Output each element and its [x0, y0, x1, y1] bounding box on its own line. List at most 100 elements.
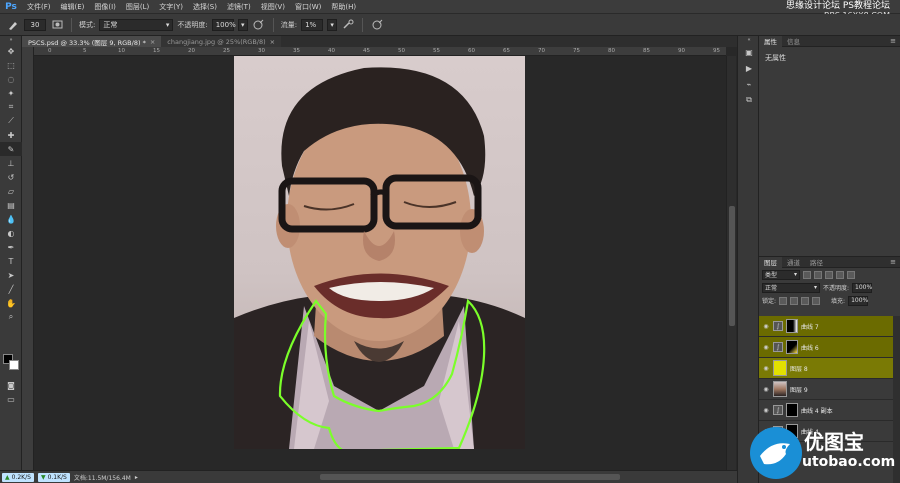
actions-panel-icon[interactable]: ▶ — [738, 60, 760, 76]
tab-properties[interactable]: 属性 — [759, 35, 782, 47]
clone-stamp-tool-icon[interactable]: ⊥ — [0, 156, 22, 170]
background-color-swatch[interactable] — [9, 360, 19, 370]
status-menu-arrow-icon[interactable]: ▸ — [135, 474, 138, 481]
brush-tool-icon[interactable] — [6, 18, 20, 32]
tab-pscs-psd[interactable]: PSCS.psd @ 33.3% (图层 9, RGB/8) * × — [22, 36, 162, 47]
close-icon[interactable]: × — [150, 38, 155, 46]
dodge-tool-icon[interactable]: ◐ — [0, 226, 22, 240]
brush-panel-icon[interactable] — [50, 18, 64, 32]
layer-mask-thumbnail[interactable] — [786, 403, 798, 417]
tab-info[interactable]: 信息 — [782, 36, 805, 47]
layer-mask-thumbnail[interactable] — [786, 319, 798, 333]
layer-mask-thumbnail[interactable] — [786, 340, 798, 354]
scrollbar-thumb[interactable] — [729, 206, 735, 326]
adjustments-panel-icon[interactable]: ⧉ — [738, 92, 760, 108]
canvas-area[interactable] — [34, 56, 726, 470]
vertical-ruler[interactable] — [22, 47, 34, 470]
pressure-size-icon[interactable] — [370, 18, 384, 32]
color-swatches[interactable] — [3, 354, 19, 370]
quick-mask-icon[interactable]: ◙ — [0, 378, 22, 392]
type-tool-icon[interactable]: T — [0, 254, 22, 268]
shape-filter-icon[interactable] — [836, 270, 844, 279]
canvas-vertical-scrollbar[interactable] — [726, 56, 736, 470]
menu-help[interactable]: 帮助(H) — [326, 2, 361, 12]
layer-row-curves-6[interactable]: ◉ ∫ 曲线 6 — [759, 337, 893, 358]
panel-collapse-icon[interactable]: » — [0, 36, 22, 44]
tab-channels[interactable]: 通道 — [782, 257, 805, 268]
brush-size-picker[interactable]: 30 — [24, 18, 46, 31]
panel-menu-icon[interactable]: ≡ — [890, 37, 900, 45]
menu-type[interactable]: 文字(Y) — [154, 2, 188, 12]
layer-row-layer-9[interactable]: ◉ 图层 9 — [759, 379, 893, 400]
blur-tool-icon[interactable]: 💧 — [0, 212, 22, 226]
eye-icon[interactable]: ◉ — [762, 323, 770, 330]
eye-icon[interactable]: ◉ — [762, 386, 770, 393]
menu-file[interactable]: 文件(F) — [22, 2, 56, 12]
tab-paths[interactable]: 路径 — [805, 257, 828, 268]
blend-mode-select[interactable]: 正常 ▾ — [762, 282, 820, 293]
document-image[interactable] — [234, 56, 525, 449]
layer-opacity-input[interactable]: 100% — [852, 282, 872, 293]
eye-icon[interactable]: ◉ — [762, 365, 770, 372]
layer-thumbnail[interactable] — [773, 381, 787, 397]
lock-all-icon[interactable] — [812, 296, 821, 305]
shape-tool-icon[interactable]: ╱ — [0, 282, 22, 296]
flow-dropdown-button[interactable]: ▾ — [327, 18, 338, 31]
healing-brush-tool-icon[interactable]: ✚ — [0, 128, 22, 142]
hand-tool-icon[interactable]: ✋ — [0, 296, 22, 310]
flow-input[interactable]: 1% — [301, 18, 324, 31]
eyedropper-tool-icon[interactable]: ⟋ — [0, 114, 22, 128]
canvas-horizontal-scrollbar[interactable] — [320, 474, 620, 480]
menu-layer[interactable]: 图层(L) — [121, 2, 154, 12]
adjustment-filter-icon[interactable] — [814, 270, 822, 279]
lock-position-icon[interactable] — [801, 296, 810, 305]
lock-pixels-icon[interactable] — [790, 296, 799, 305]
history-panel-icon[interactable]: ▣ — [738, 44, 760, 60]
horizontal-ruler[interactable]: 0 5 10 15 20 25 30 35 40 45 50 55 60 65 70 75 80 85 90 95 — [34, 47, 726, 56]
download-speed-badge: ▼ 0.1K/S — [37, 472, 70, 482]
document-size-info[interactable]: 文档:11.5M/156.4M — [74, 473, 131, 482]
lasso-tool-icon[interactable]: ◌ — [0, 72, 22, 86]
crop-tool-icon[interactable]: ⌗ — [0, 100, 22, 114]
tab-layers[interactable]: 图层 — [759, 256, 782, 268]
screen-mode-icon[interactable]: ▭ — [0, 392, 22, 406]
zoom-tool-icon[interactable]: ⌕ — [0, 310, 22, 324]
history-brush-tool-icon[interactable]: ↺ — [0, 170, 22, 184]
layer-thumbnail[interactable] — [773, 360, 787, 376]
airbrush-icon[interactable] — [341, 18, 355, 32]
opacity-dropdown-button[interactable]: ▾ — [237, 18, 248, 31]
eye-icon[interactable]: ◉ — [762, 407, 770, 414]
type-filter-icon[interactable] — [825, 270, 833, 279]
layer-kind-filter[interactable]: 类型 ▾ — [762, 269, 800, 280]
menu-image[interactable]: 图像(I) — [89, 2, 121, 12]
lock-transparency-icon[interactable] — [779, 296, 788, 305]
fill-input[interactable]: 100% — [848, 295, 868, 306]
menu-edit[interactable]: 编辑(E) — [56, 2, 90, 12]
close-icon[interactable]: × — [270, 38, 275, 46]
gradient-tool-icon[interactable]: ▤ — [0, 198, 22, 212]
layer-row-curves-4-copy[interactable]: ◉ ∫ 曲线 4 副本 — [759, 400, 893, 421]
eraser-tool-icon[interactable]: ▱ — [0, 184, 22, 198]
opacity-input[interactable]: 100% — [211, 18, 236, 31]
mode-select[interactable]: 正常 ▾ — [99, 18, 174, 31]
panel-menu-icon[interactable]: ≡ — [890, 258, 900, 266]
brush-presets-panel-icon[interactable]: ⌁ — [738, 76, 760, 92]
panel-collapse-icon[interactable]: « — [738, 36, 760, 44]
move-tool-icon[interactable]: ✥ — [0, 44, 22, 58]
marquee-tool-icon[interactable]: ⬚ — [0, 58, 22, 72]
pressure-opacity-icon[interactable] — [252, 18, 266, 32]
magic-wand-tool-icon[interactable]: ✦ — [0, 86, 22, 100]
menu-window[interactable]: 窗口(W) — [290, 2, 326, 12]
brush-tool-icon[interactable]: ✎ — [0, 142, 22, 156]
layer-row-curves-7[interactable]: ◉ ∫ 曲线 7 — [759, 316, 893, 337]
pixel-filter-icon[interactable] — [803, 270, 811, 279]
layer-row-layer-8[interactable]: ◉ 图层 8 — [759, 358, 893, 379]
smart-object-filter-icon[interactable] — [847, 270, 855, 279]
eye-icon[interactable]: ◉ — [762, 344, 770, 351]
menu-view[interactable]: 视图(V) — [256, 2, 290, 12]
menu-filter[interactable]: 滤镜(T) — [222, 2, 256, 12]
path-selection-tool-icon[interactable]: ➤ — [0, 268, 22, 282]
pen-tool-icon[interactable]: ✒ — [0, 240, 22, 254]
tab-changjiang-jpg[interactable]: changjiang.jpg @ 25%(RGB/8) × — [161, 36, 282, 47]
menu-select[interactable]: 选择(S) — [188, 2, 222, 12]
